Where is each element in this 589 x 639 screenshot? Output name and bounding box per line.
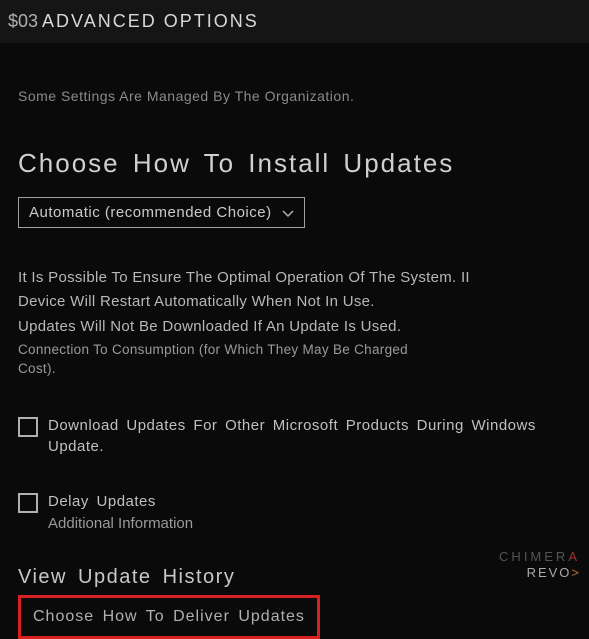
watermark-caret-icon: > xyxy=(571,565,579,580)
choose-delivery-link[interactable]: Choose How To Deliver Updates xyxy=(33,608,305,626)
additional-information-link[interactable]: Additional Information xyxy=(48,515,571,532)
checkbox-label: Download Updates For Other Microsoft Pro… xyxy=(48,415,571,457)
section-heading: Choose How To Install Updates xyxy=(18,148,571,179)
download-other-products-option[interactable]: Download Updates For Other Microsoft Pro… xyxy=(18,415,571,457)
watermark-text: CHIMER xyxy=(499,549,568,564)
watermark: CHIMERA REVO> xyxy=(499,549,579,581)
watermark-text: REVO xyxy=(527,565,572,580)
body-line: It Is Possible To Ensure The Optimal Ope… xyxy=(18,268,571,288)
dropdown-selected-text: Automatic (recommended Choice) xyxy=(29,204,272,221)
chevron-down-icon xyxy=(282,207,294,219)
description-block: It Is Possible To Ensure The Optimal Ope… xyxy=(18,268,571,379)
body-line: Updates Will Not Be Downloaded If An Upd… xyxy=(18,317,571,337)
organization-notice: Some Settings Are Managed By The Organiz… xyxy=(18,88,571,104)
watermark-text: A xyxy=(568,549,579,564)
body-line: Connection To Consumption (for Which The… xyxy=(18,341,571,360)
titlebar: $03 ADVANCED OPTIONS xyxy=(0,0,589,44)
body-line: Device Will Restart Automatically When N… xyxy=(18,292,571,312)
titlebar-prefix: $03 xyxy=(8,11,38,32)
checkbox[interactable] xyxy=(18,417,38,437)
view-update-history-link[interactable]: View Update History xyxy=(18,566,571,593)
choose-delivery-highlight: Choose How To Deliver Updates xyxy=(18,595,320,639)
checkbox[interactable] xyxy=(18,493,38,513)
checkbox-label: Delay Updates xyxy=(48,491,156,512)
body-line: Cost). xyxy=(18,360,571,379)
titlebar-title: ADVANCED OPTIONS xyxy=(42,11,259,32)
install-mode-dropdown[interactable]: Automatic (recommended Choice) xyxy=(18,197,305,228)
delay-updates-option[interactable]: Delay Updates xyxy=(18,491,571,513)
